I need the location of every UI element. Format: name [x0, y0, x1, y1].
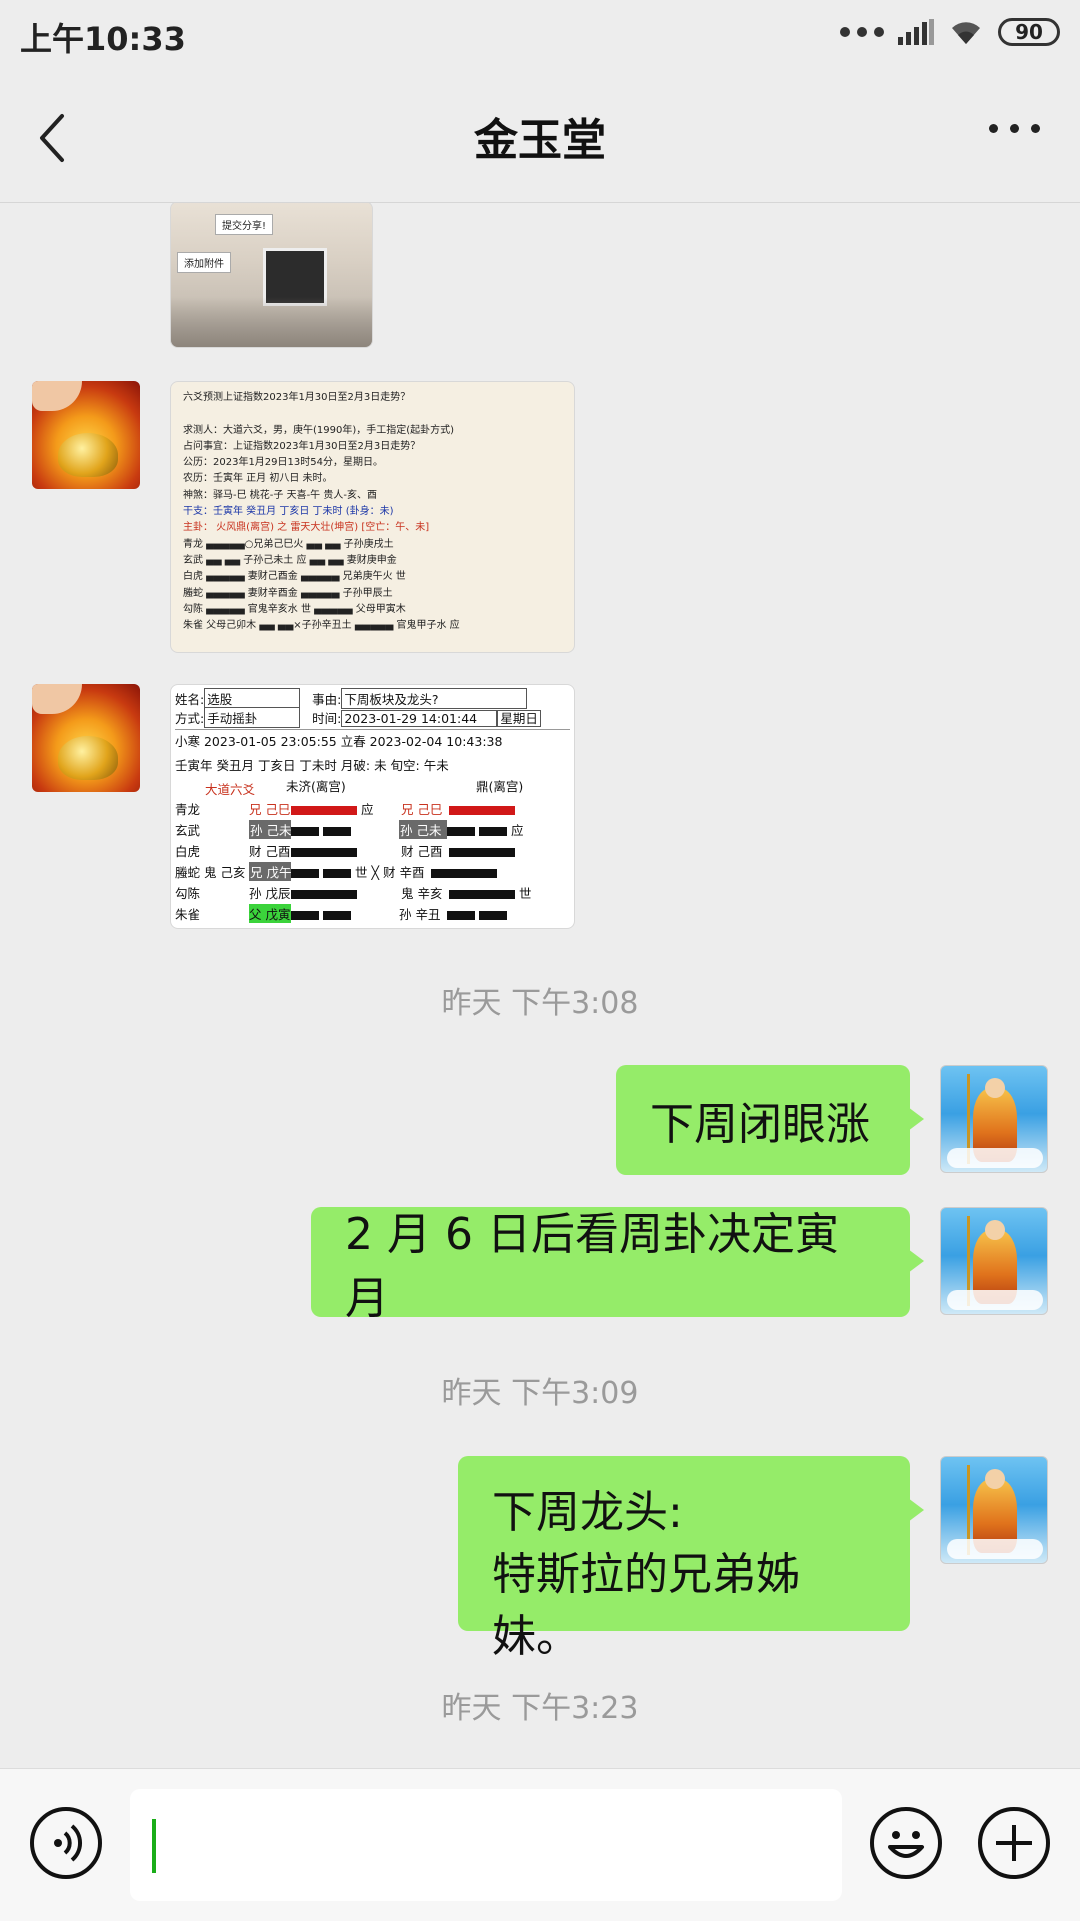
image-text-line: 青龙 ▄▄▄▄▄○兄弟己巳火 ▄▄ ▄▄ 子孙庚戌土	[183, 538, 394, 550]
signal-icon	[898, 19, 934, 45]
message-timestamp: 昨天 下午3:08	[441, 986, 639, 1021]
contact-avatar[interactable]	[32, 381, 140, 489]
my-avatar[interactable]	[940, 1456, 1048, 1564]
yao-row: 青龙兄 己巳 应兄 己巳	[175, 799, 515, 818]
yao-row: 白虎财 己酉 财 己酉	[175, 841, 515, 860]
image-text-line	[183, 406, 562, 422]
image-text-line: 玄武 ▄▄ ▄▄ 子孙己未土 应 ▄▄ ▄▄ 妻财庚申金	[183, 554, 397, 566]
battery-icon: 90	[998, 18, 1060, 46]
yao-row: 勾陈孙 戊辰 鬼 辛亥 世	[175, 886, 532, 901]
sent-message-bubble[interactable]: 2 月 6 日后看周卦决定寅月	[311, 1207, 924, 1324]
image-text-line: 主卦： 火风鼎(离宫) 之 雷天大壮(坤宫) [空亡：午、未]	[183, 522, 430, 534]
image-message-share[interactable]: 提交分享! 添加附件	[170, 203, 373, 348]
contact-avatar[interactable]	[32, 684, 140, 792]
notification-dots-icon	[840, 27, 884, 37]
image-text-line: 神煞：驿马-巳 桃花-子 天喜-午 贵人-亥、酉	[183, 489, 377, 501]
image-tag: 添加附件	[177, 252, 231, 273]
image-row-method: 方式: 手动摇卦 时间: 2023-01-29 14:01:44 星期日	[175, 707, 541, 728]
message-timestamp: 昨天 下午3:23	[441, 1691, 639, 1726]
image-message-divination-text[interactable]: 六爻预测上证指数2023年1月30日至2月3日走势？ 求测人：大道六爻，男，庚午…	[170, 381, 575, 653]
status-bar: 上午10:33 90	[0, 0, 1080, 72]
input-bar	[0, 1768, 1080, 1921]
wifi-icon	[952, 22, 980, 44]
message-input[interactable]	[130, 1789, 842, 1901]
image-text-line: 求测人：大道六爻，男，庚午(1990年)，手工指定(起卦方式)	[183, 424, 455, 436]
image-gua-left: 未济(离宫)	[286, 779, 346, 794]
sent-message-bubble[interactable]: 下周闭眼涨	[616, 1065, 924, 1175]
image-text-line: 白虎 ▄▄▄▄▄ 妻财己酉金 ▄▄▄▄▄ 兄弟庚午火 世	[183, 571, 406, 583]
yao-row: 玄武孙 己未 孙 己未 应	[175, 820, 523, 839]
image-text-line: 勾陈 ▄▄▄▄▄ 官鬼辛亥水 世 ▄▄▄▄▄ 父母甲寅木	[183, 603, 406, 615]
navigation-bar: 金玉堂	[0, 72, 1080, 203]
emoji-icon[interactable]	[870, 1807, 942, 1879]
image-message-divination-chart[interactable]: 姓名: 选股 事由: 下周板块及龙头? 方式: 手动摇卦 时间: 2023-01-29 …	[170, 684, 575, 929]
voice-icon[interactable]	[30, 1807, 102, 1879]
image-text-line: 公历：2023年1月29日13时54分，星期日。	[183, 457, 383, 469]
image-landscape	[171, 297, 372, 347]
image-row-jieqi: 小寒 2023-01-05 23:05:55 立春 2023-02-04 10:…	[175, 729, 570, 750]
image-row-ganzhi: 壬寅年 癸丑月 丁亥日 丁未时 月破: 未 旬空: 午未	[175, 758, 449, 773]
image-text-line: 朱雀 父母己卯木 ▄▄ ▄▄×子孙辛丑土 ▄▄▄▄▄ 官鬼甲子水 应	[183, 620, 460, 632]
yao-row: 朱雀父 戊寅 孙 辛丑	[175, 904, 507, 923]
my-avatar[interactable]	[940, 1065, 1048, 1173]
image-row-name: 姓名: 选股 事由: 下周板块及龙头?	[175, 688, 528, 709]
image-text-line: 农历：壬寅年 正月 初八日 未时。	[183, 473, 333, 485]
chat-title: 金玉堂	[474, 115, 606, 166]
status-time: 上午10:33	[20, 20, 186, 58]
image-text-line: 干支：壬寅年 癸丑月 丁亥日 丁未时 (卦身：未)	[183, 506, 394, 518]
image-text-line: 六爻预测上证指数2023年1月30日至2月3日走势？	[183, 392, 411, 403]
status-icons: 90	[840, 18, 1060, 46]
image-tag: 提交分享!	[215, 214, 274, 235]
message-timestamp: 昨天 下午3:09	[441, 1376, 639, 1411]
more-icon[interactable]	[989, 124, 1040, 133]
sent-message-bubble[interactable]: 下周龙头: 特斯拉的兄弟姊妹。	[458, 1456, 924, 1662]
message-line: 特斯拉的兄弟姊妹。	[492, 1549, 800, 1662]
my-avatar[interactable]	[940, 1207, 1048, 1315]
change-cross: ╳	[371, 865, 379, 880]
image-gua-right: 鼎(离宫)	[476, 779, 524, 794]
plus-icon[interactable]	[978, 1807, 1050, 1879]
image-text-line: 螣蛇 ▄▄▄▄▄ 妻财辛酉金 ▄▄▄▄▄ 子孙甲辰土	[183, 587, 393, 599]
yao-row: 螣蛇 鬼 己亥兄 戊午 世 ╳ 财 辛酉	[175, 862, 497, 881]
message-line: 下周龙头:	[492, 1487, 683, 1538]
chat-message-list[interactable]: 提交分享! 添加附件 六爻预测上证指数2023年1月30日至2月3日走势？ 求测…	[0, 203, 1080, 1768]
image-gua-title: 大道六爻	[205, 782, 256, 797]
text-caret	[152, 1819, 156, 1873]
image-text-line: 占问事宜：上证指数2023年1月30日至2月3日走势？	[183, 440, 421, 452]
